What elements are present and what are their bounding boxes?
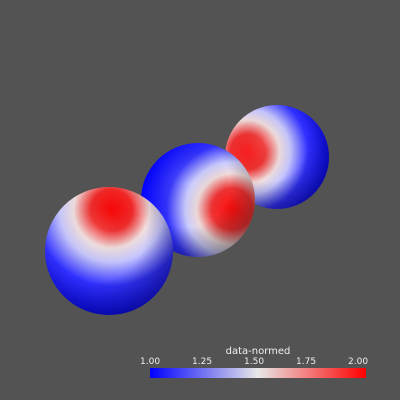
scalar-bar-gradient [150, 368, 366, 378]
scalar-bar-tick-label: 2.00 [348, 357, 369, 367]
render-viewport[interactable]: data-normed 1.00 1.25 1.50 1.75 2.00 [0, 0, 400, 400]
scene-canvas [45, 105, 329, 315]
scalar-bar-tick-label: 1.25 [192, 357, 213, 367]
scalar-bar-tick-label: 1.00 [140, 357, 161, 367]
scalar-bar-tick-label: 1.75 [296, 357, 317, 367]
sphere-front[interactable] [45, 187, 173, 315]
scalar-bar-tick-label: 1.50 [244, 357, 265, 367]
scalar-bar[interactable]: data-normed 1.00 1.25 1.50 1.75 2.00 [140, 346, 369, 380]
